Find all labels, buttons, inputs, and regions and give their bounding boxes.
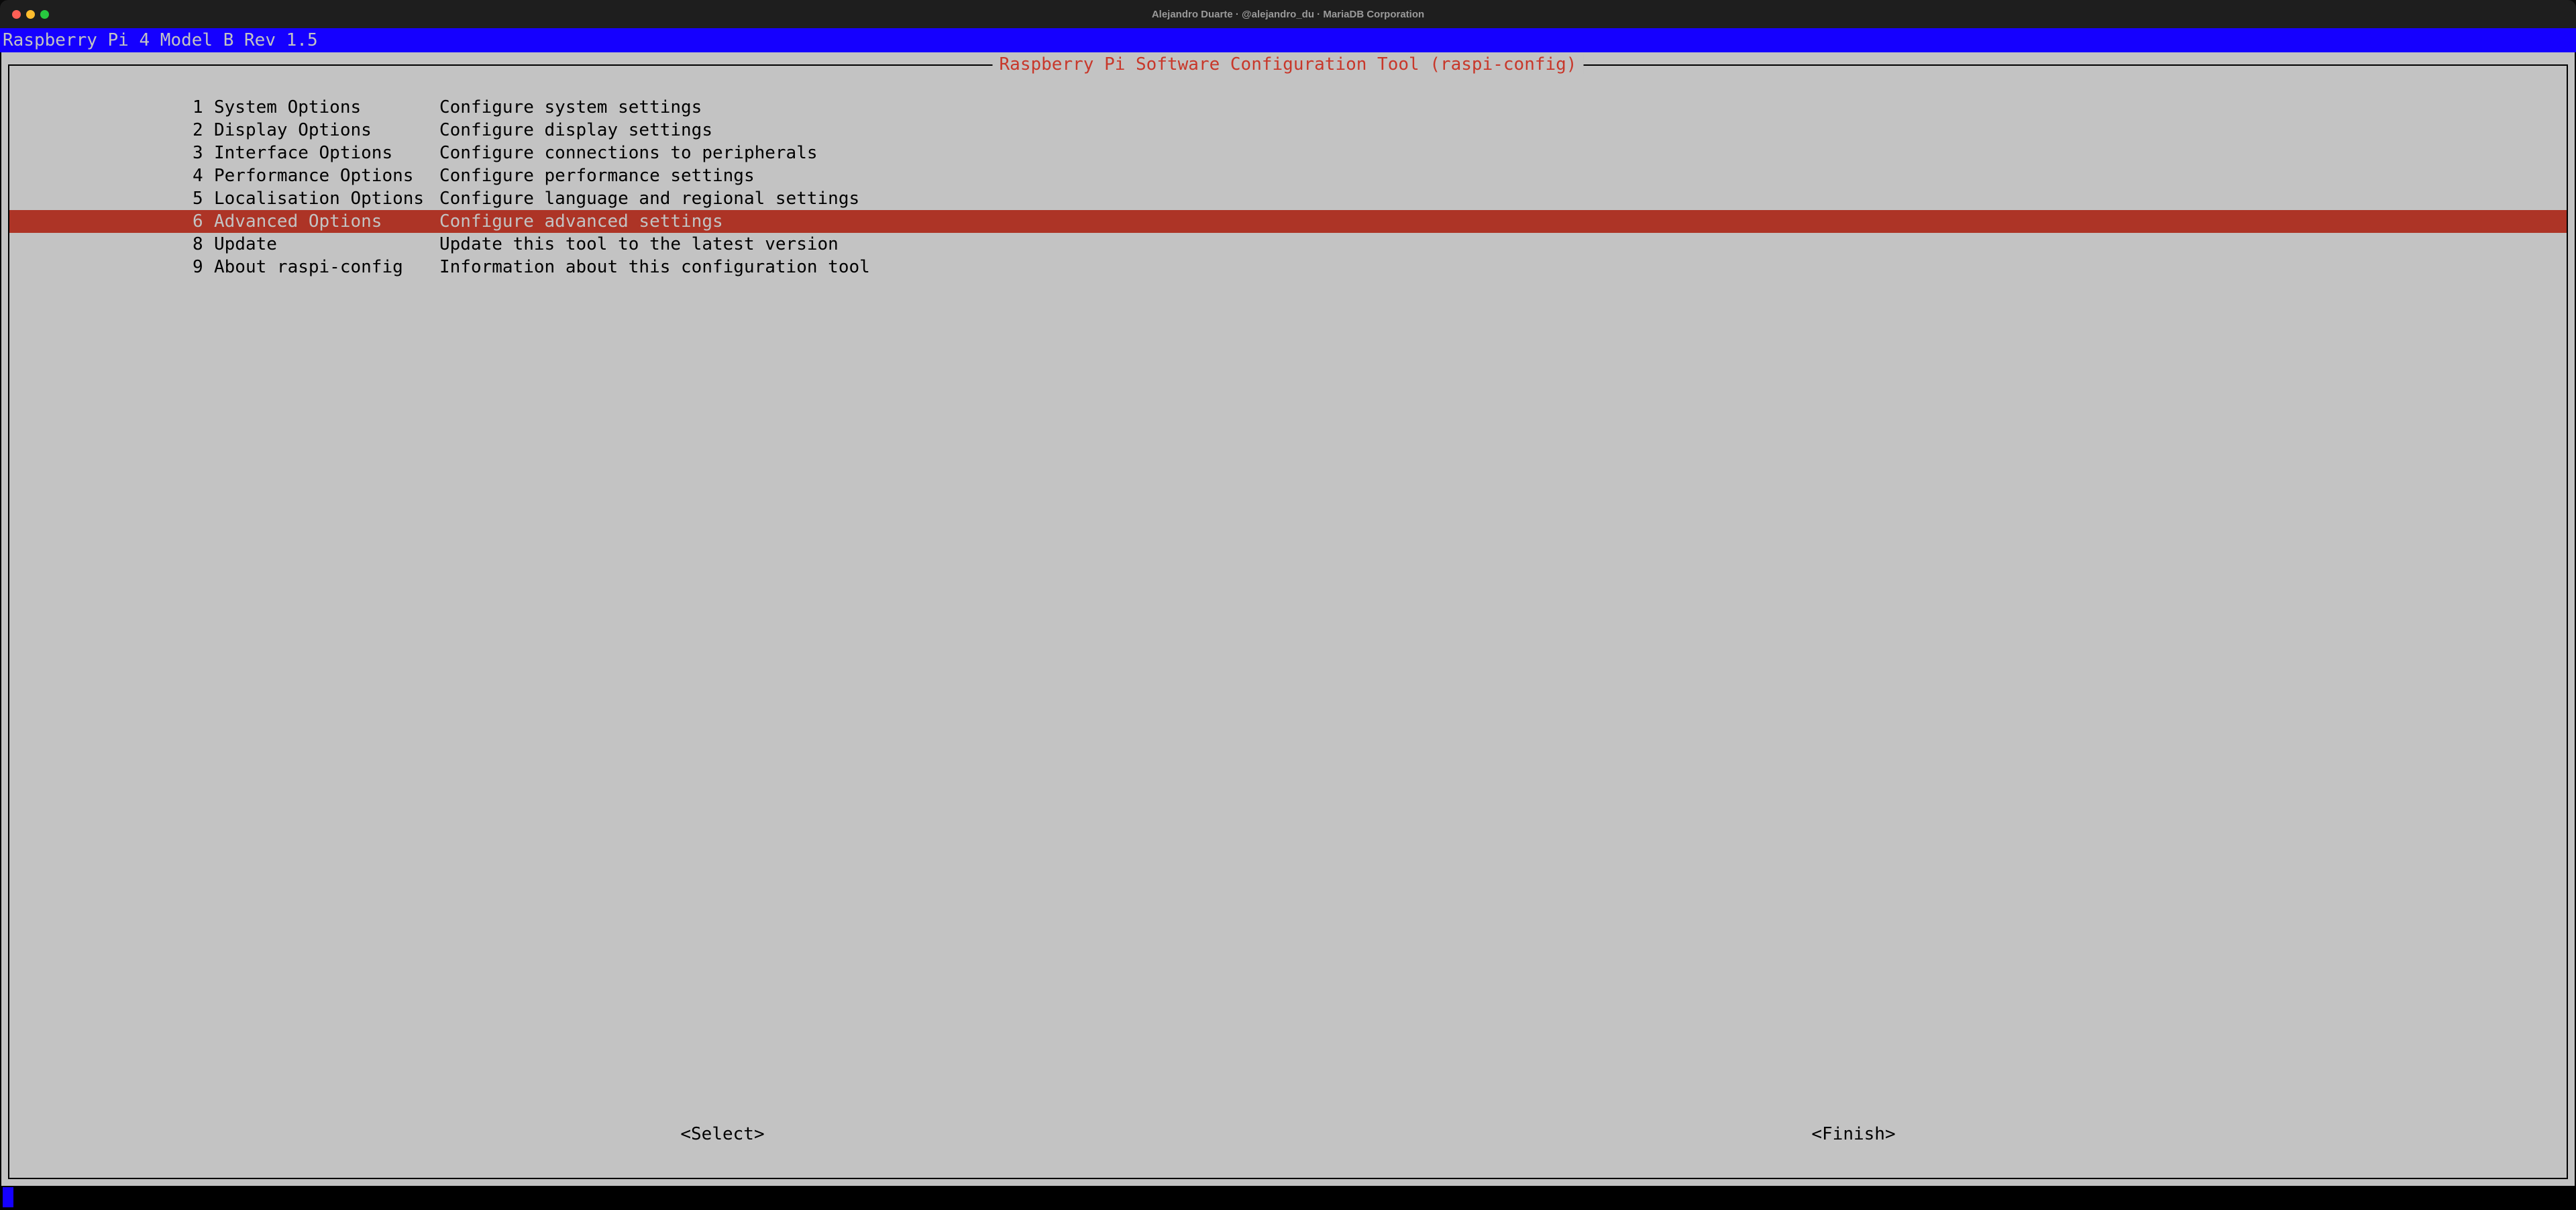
menu-indent xyxy=(9,256,189,279)
menu-item-description: Configure display settings xyxy=(439,119,2567,142)
cursor-icon xyxy=(3,1187,13,1207)
title-bar: Alejandro Duarte · @alejandro_du · Maria… xyxy=(0,0,2576,28)
menu-item-number: 5 xyxy=(193,187,214,210)
menu-item-number: 2 xyxy=(193,119,214,142)
menu-item-3[interactable]: 3Interface OptionsConfigure connections … xyxy=(9,142,2567,164)
window-title: Alejandro Duarte · @alejandro_du · Maria… xyxy=(1152,9,1424,20)
button-row: <Select> <Finish> xyxy=(9,1124,2567,1178)
menu-indent xyxy=(9,233,189,256)
menu-item-number: 1 xyxy=(193,96,214,119)
menu-item-label: About raspi-config xyxy=(214,256,439,279)
model-header: Raspberry Pi 4 Model B Rev 1.5 xyxy=(0,28,2576,52)
dialog-frame: Raspberry Pi Software Configuration Tool… xyxy=(8,64,2568,1179)
menu-item-description: Configure performance settings xyxy=(439,164,2567,187)
menu-item-description: Configure advanced settings xyxy=(439,210,2567,233)
menu-item-label: Performance Options xyxy=(214,164,439,187)
menu-item-description: Information about this configuration too… xyxy=(439,256,2567,279)
maximize-icon[interactable] xyxy=(40,10,49,19)
menu-indent xyxy=(9,142,189,164)
menu-indent xyxy=(9,164,189,187)
dialog-container: Raspberry Pi Software Configuration Tool… xyxy=(1,52,2575,1186)
terminal-window: Alejandro Duarte · @alejandro_du · Maria… xyxy=(0,0,2576,1210)
menu-indent xyxy=(9,210,189,233)
menu-item-number: 6 xyxy=(193,210,214,233)
menu-item-5[interactable]: 5Localisation OptionsConfigure language … xyxy=(9,187,2567,210)
menu-item-description: Update this tool to the latest version xyxy=(439,233,2567,256)
menu-item-description: Configure connections to peripherals xyxy=(439,142,2567,164)
minimize-icon[interactable] xyxy=(26,10,35,19)
menu-item-1[interactable]: 1System OptionsConfigure system settings xyxy=(9,96,2567,119)
menu-item-number: 8 xyxy=(193,233,214,256)
menu-item-description: Configure system settings xyxy=(439,96,2567,119)
menu-item-6[interactable]: 6Advanced OptionsConfigure advanced sett… xyxy=(9,210,2567,233)
menu-item-label: Advanced Options xyxy=(214,210,439,233)
menu-item-2[interactable]: 2Display OptionsConfigure display settin… xyxy=(9,119,2567,142)
menu-indent xyxy=(9,119,189,142)
menu-indent xyxy=(9,96,189,119)
menu-item-label: Display Options xyxy=(214,119,439,142)
select-button[interactable]: <Select> xyxy=(680,1124,764,1144)
menu-item-label: Localisation Options xyxy=(214,187,439,210)
menu-item-description: Configure language and regional settings xyxy=(439,187,2567,210)
menu-list: 1System OptionsConfigure system settings… xyxy=(9,66,2567,1124)
menu-item-label: System Options xyxy=(214,96,439,119)
window-controls xyxy=(12,10,49,19)
terminal-content: Raspberry Pi 4 Model B Rev 1.5 Raspberry… xyxy=(0,28,2576,1210)
finish-button[interactable]: <Finish> xyxy=(1811,1124,1895,1144)
menu-indent xyxy=(9,187,189,210)
menu-item-4[interactable]: 4Performance OptionsConfigure performanc… xyxy=(9,164,2567,187)
dialog-title: Raspberry Pi Software Configuration Tool… xyxy=(1000,54,1577,74)
menu-item-8[interactable]: 8UpdateUpdate this tool to the latest ve… xyxy=(9,233,2567,256)
menu-item-number: 3 xyxy=(193,142,214,164)
menu-item-label: Update xyxy=(214,233,439,256)
bottom-bar xyxy=(0,1186,2576,1210)
menu-item-9[interactable]: 9About raspi-configInformation about thi… xyxy=(9,256,2567,279)
dialog-title-wrap: Raspberry Pi Software Configuration Tool… xyxy=(993,54,1584,74)
menu-item-number: 9 xyxy=(193,256,214,279)
menu-item-label: Interface Options xyxy=(214,142,439,164)
close-icon[interactable] xyxy=(12,10,21,19)
menu-item-number: 4 xyxy=(193,164,214,187)
